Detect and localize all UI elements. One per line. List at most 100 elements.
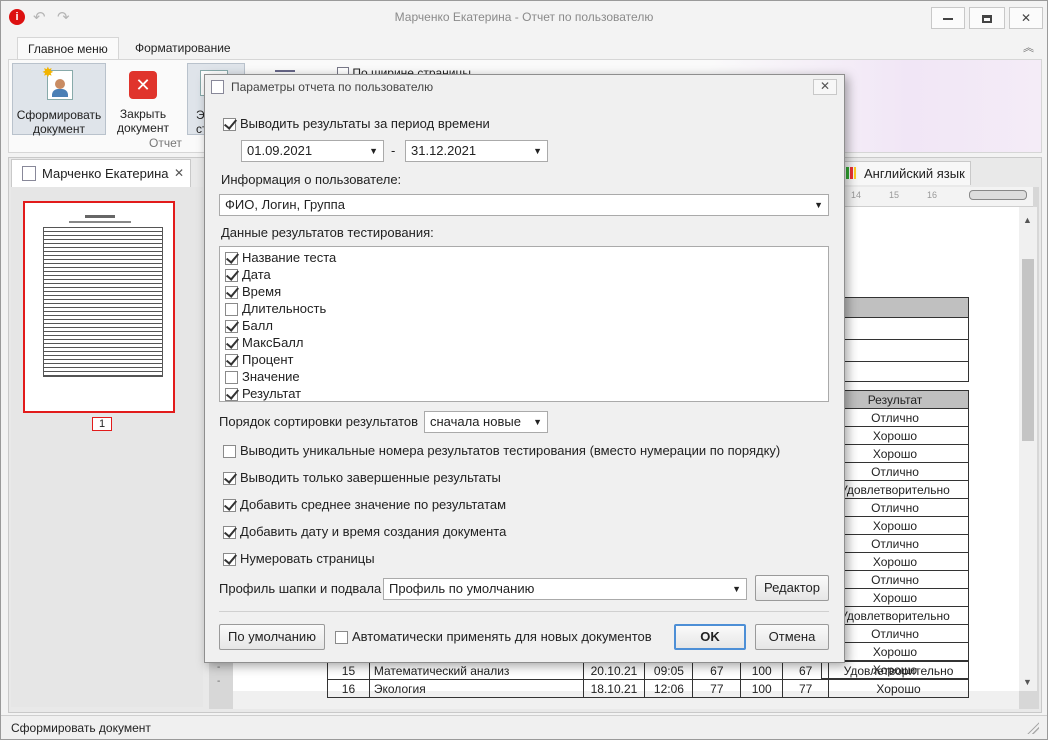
test-field-checkbox[interactable] bbox=[225, 371, 238, 385]
option-item[interactable]: Добавить дату и время создания документа bbox=[223, 523, 506, 540]
test-field-checkbox[interactable] bbox=[225, 269, 238, 283]
table-cell-result: Удовлетворительно bbox=[828, 661, 969, 680]
option-item[interactable]: Нумеровать страницы bbox=[223, 550, 375, 567]
page-thumbnail[interactable] bbox=[23, 201, 175, 413]
table-cell-result: Хорошо bbox=[828, 679, 969, 698]
document-tab[interactable]: Марченко Екатерина ✕ bbox=[11, 159, 191, 187]
test-field-checkbox[interactable] bbox=[225, 320, 238, 334]
option-label: Выводить только завершенные результаты bbox=[240, 470, 501, 485]
option-checkbox[interactable] bbox=[223, 553, 236, 567]
document-tab-close-icon[interactable]: ✕ bbox=[174, 166, 184, 180]
generate-document-button[interactable]: ✸ Сформировать документ bbox=[12, 63, 106, 136]
test-field-checkbox[interactable] bbox=[225, 303, 238, 317]
dialog-title: Параметры отчета по пользователю bbox=[231, 80, 434, 94]
test-field-checkbox[interactable] bbox=[225, 252, 238, 266]
sort-order-select[interactable]: сначала новые ▼ bbox=[424, 411, 548, 433]
ribbon-group-label: Отчет bbox=[149, 136, 182, 150]
option-item[interactable]: Выводить уникальные номера результатов т… bbox=[223, 442, 780, 459]
date-to-value: 31.12.2021 bbox=[411, 143, 477, 158]
dialog-close-button[interactable]: ✕ bbox=[813, 79, 837, 95]
dropdown-arrow-icon: ▼ bbox=[814, 200, 823, 210]
chart-icon bbox=[846, 167, 856, 179]
english-tab-label: Английский язык bbox=[864, 166, 965, 181]
table-cell-percent: 67 bbox=[782, 661, 830, 680]
test-field-item[interactable]: Процент bbox=[225, 351, 293, 368]
maximize-icon bbox=[982, 14, 992, 23]
vertical-scrollbar[interactable]: ▲ ▼ bbox=[1019, 207, 1037, 691]
option-checkbox[interactable] bbox=[223, 526, 236, 540]
resize-grip-icon[interactable] bbox=[1027, 722, 1039, 734]
table-cell-num: 15 bbox=[327, 661, 370, 680]
ruler-slider[interactable] bbox=[969, 190, 1027, 200]
table-cell-score: 77 bbox=[692, 679, 742, 698]
test-field-label: Длительность bbox=[242, 301, 327, 316]
defaults-button[interactable]: По умолчанию bbox=[219, 624, 325, 650]
test-field-checkbox[interactable] bbox=[225, 354, 238, 368]
test-field-checkbox[interactable] bbox=[225, 337, 238, 351]
period-checkbox-row[interactable]: Выводить результаты за период времени bbox=[223, 115, 490, 132]
date-range-dash: - bbox=[391, 143, 396, 158]
test-field-label: Название теста bbox=[242, 250, 337, 265]
title-bar: i ↶ ↷ Марченко Екатерина - Отчет по поль… bbox=[1, 1, 1047, 35]
table-cell-time: 09:05 bbox=[644, 661, 694, 680]
option-checkbox[interactable] bbox=[223, 499, 236, 513]
scroll-down-icon[interactable]: ▼ bbox=[1023, 677, 1032, 687]
tab-main-menu[interactable]: Главное меню bbox=[17, 37, 119, 59]
ok-button[interactable]: OK bbox=[674, 624, 746, 650]
option-item[interactable]: Выводить только завершенные результаты bbox=[223, 469, 501, 486]
date-to-picker[interactable]: 31.12.2021 ▼ bbox=[405, 140, 548, 162]
option-item[interactable]: Добавить среднее значение по результатам bbox=[223, 496, 506, 513]
table-cell-max: 100 bbox=[740, 679, 784, 698]
auto-apply-checkbox[interactable] bbox=[335, 631, 348, 645]
option-checkbox[interactable] bbox=[223, 472, 236, 486]
scroll-up-icon[interactable]: ▲ bbox=[1023, 215, 1032, 225]
results-table-bottom: 15 Математический анализ 20.10.21 09:05 67 10… bbox=[327, 661, 969, 698]
option-checkbox[interactable] bbox=[223, 445, 236, 459]
test-field-item[interactable]: МаксБалл bbox=[225, 334, 303, 351]
minimize-icon bbox=[943, 17, 953, 20]
close-window-button[interactable]: ✕ bbox=[1009, 7, 1043, 29]
auto-apply-row[interactable]: Автоматически применять для новых докуме… bbox=[335, 628, 652, 645]
test-field-item[interactable]: Название теста bbox=[225, 249, 336, 266]
user-info-select[interactable]: ФИО, Логин, Группа ▼ bbox=[219, 194, 829, 216]
scroll-thumb[interactable] bbox=[1022, 259, 1034, 441]
test-field-item[interactable]: Время bbox=[225, 283, 281, 300]
table-row: 16 Экология 18.10.21 12:06 77 100 77 Хорошо bbox=[327, 679, 969, 698]
page-gutter-marks: -- bbox=[217, 662, 221, 687]
test-field-label: Значение bbox=[242, 369, 300, 384]
test-field-item[interactable]: Длительность bbox=[225, 300, 326, 317]
cancel-button[interactable]: Отмена bbox=[755, 624, 829, 650]
sort-order-label: Порядок сортировки результатов bbox=[219, 414, 419, 429]
test-field-item[interactable]: Балл bbox=[225, 317, 273, 334]
period-checkbox[interactable] bbox=[223, 118, 236, 132]
test-field-item[interactable]: Значение bbox=[225, 368, 300, 385]
tab-formatting[interactable]: Форматирование bbox=[125, 37, 241, 59]
table-cell-name: Математический анализ bbox=[368, 661, 584, 680]
close-document-button[interactable]: ✕ Закрыть документ bbox=[111, 63, 175, 135]
test-field-label: Результат bbox=[242, 386, 302, 401]
status-bar: Сформировать документ bbox=[1, 715, 1047, 739]
test-field-item[interactable]: Результат bbox=[225, 385, 301, 402]
minimize-button[interactable] bbox=[931, 7, 965, 29]
test-field-checkbox[interactable] bbox=[225, 388, 238, 402]
dropdown-arrow-icon: ▼ bbox=[732, 584, 741, 594]
test-field-checkbox[interactable] bbox=[225, 286, 238, 300]
sort-order-value: сначала новые bbox=[430, 414, 521, 429]
test-field-label: Дата bbox=[242, 267, 271, 282]
close-icon: ✕ bbox=[1020, 11, 1032, 25]
test-field-item[interactable]: Дата bbox=[225, 266, 271, 283]
ruler-mark: 16 bbox=[927, 190, 938, 200]
option-label: Добавить дату и время создания документа bbox=[240, 524, 507, 539]
date-from-picker[interactable]: 01.09.2021 ▼ bbox=[241, 140, 384, 162]
table-cell-percent: 77 bbox=[782, 679, 830, 698]
editor-button[interactable]: Редактор bbox=[755, 575, 829, 601]
dialog-title-bar: Параметры отчета по пользователю ✕ bbox=[205, 75, 844, 99]
collapse-ribbon-icon[interactable]: ︽ bbox=[1023, 39, 1034, 55]
tab-english-language[interactable]: Английский язык bbox=[839, 161, 971, 185]
dropdown-arrow-icon: ▼ bbox=[533, 417, 542, 427]
period-label: Выводить результаты за период времени bbox=[240, 116, 490, 131]
profile-select[interactable]: Профиль по умолчанию ▼ bbox=[383, 578, 747, 600]
maximize-button[interactable] bbox=[969, 7, 1005, 29]
test-fields-list[interactable]: Название теста Дата Время Длительность Балл М… bbox=[219, 246, 829, 402]
test-field-label: Время bbox=[242, 284, 282, 299]
